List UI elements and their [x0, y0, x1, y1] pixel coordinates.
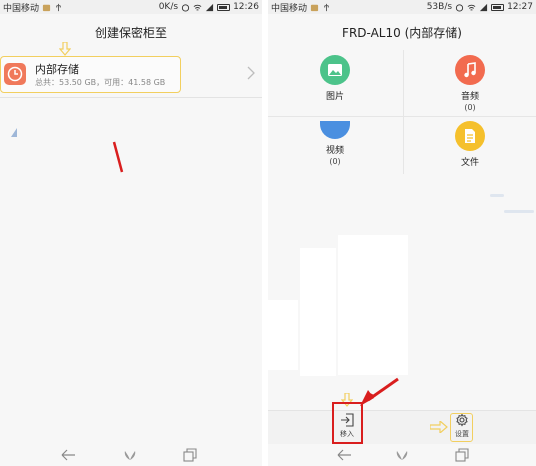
internal-storage-item[interactable]: 内部存储 总共：53.50 GB，可用：41.58 GB [0, 56, 181, 93]
network-speed: 0K/s [158, 2, 179, 12]
category-label: 视频 [325, 146, 344, 156]
decorative-dash [490, 194, 504, 197]
notification-icon [42, 4, 51, 11]
category-label: 音频 [460, 92, 479, 102]
annotation-arrow-right-icon [430, 421, 448, 433]
battery-icon [491, 3, 505, 11]
navigation-bar [268, 444, 536, 466]
alarm-icon [455, 3, 464, 12]
annotation-highlight-box [450, 413, 473, 442]
decorative-mark-icon [11, 128, 17, 137]
category-documents[interactable]: 文件 [440, 121, 500, 168]
music-note-icon [455, 55, 485, 85]
storage-detail: 总共：53.50 GB，可用：41.58 GB [35, 78, 166, 87]
status-bar: 中国移动 0K/s 12:26 [0, 0, 262, 14]
annotation-arrow-down-icon [59, 42, 71, 56]
clock: 12:26 [233, 2, 259, 12]
annotation-highlight-box [332, 402, 363, 444]
signal-icon [205, 3, 214, 11]
storage-name: 内部存储 [35, 63, 79, 76]
document-icon [455, 121, 485, 151]
battery-icon [217, 3, 231, 11]
divider [0, 97, 262, 98]
alarm-icon [181, 3, 190, 12]
status-bar: 中国移动 53B/s 12:27 [268, 0, 536, 14]
category-images[interactable]: 图片 [305, 55, 365, 103]
annotation-red-stroke-icon [112, 141, 124, 173]
overlay-block [268, 300, 298, 370]
category-audio[interactable]: 音频 (0) [440, 55, 500, 112]
signal-icon [479, 3, 488, 11]
decorative-dash [504, 210, 534, 213]
back-icon[interactable] [60, 448, 76, 462]
video-icon [320, 121, 350, 139]
notification-icon [310, 4, 319, 11]
home-logo-icon[interactable] [394, 448, 410, 462]
recent-apps-icon[interactable] [454, 448, 470, 462]
wifi-icon [193, 4, 202, 11]
overlay-block [338, 235, 408, 375]
usb-icon [324, 3, 329, 11]
navigation-bar [0, 444, 262, 466]
overlay-block [300, 248, 336, 376]
carrier-label: 中国移动 [3, 3, 40, 14]
chevron-right-icon[interactable] [247, 66, 255, 80]
category-count: (0) [464, 103, 476, 112]
bottom-toolbar: 移入 设置 [268, 410, 536, 445]
back-icon[interactable] [336, 448, 352, 462]
home-logo-icon[interactable] [122, 448, 138, 462]
storage-icon [4, 63, 26, 85]
recent-apps-icon[interactable] [182, 448, 198, 462]
grid-divider-vertical [403, 50, 404, 174]
category-count: (0) [329, 157, 341, 166]
page-title: 创建保密柜至 [0, 14, 262, 50]
carrier-label: 中国移动 [271, 3, 308, 14]
network-speed: 53B/s [426, 2, 453, 12]
category-label: 文件 [460, 158, 479, 168]
wifi-icon [467, 4, 476, 11]
image-icon [320, 55, 350, 85]
page-title: FRD-AL10 (内部存储) [268, 14, 536, 50]
right-screen: 中国移动 53B/s 12:27 FRD-AL10 (内部存储) 图片 音频 (… [268, 0, 536, 466]
category-video[interactable]: 视频 (0) [305, 121, 365, 166]
grid-divider-horizontal [268, 116, 536, 117]
clock: 12:27 [507, 2, 533, 12]
left-screen: 中国移动 0K/s 12:26 创建保密柜至 内部存储 总共：53.50 GB，… [0, 0, 262, 466]
category-label: 图片 [325, 92, 344, 102]
usb-icon [56, 3, 61, 11]
